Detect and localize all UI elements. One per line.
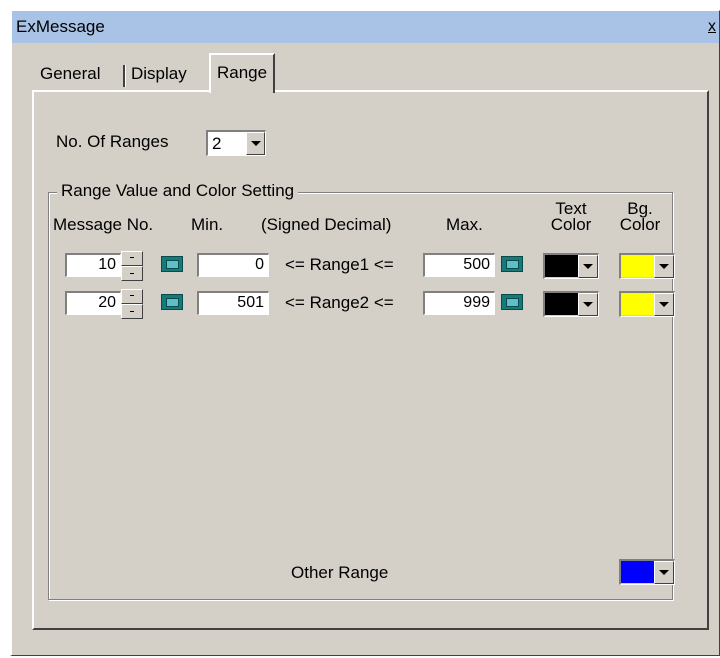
tab-display[interactable]: Display (125, 57, 193, 91)
range-value-color-group: Range Value and Color Setting Message No… (48, 181, 675, 600)
tab-range[interactable]: Range (209, 53, 276, 93)
num-ranges-value: 2 (212, 134, 222, 153)
bg-color-dropdown-button[interactable] (654, 255, 674, 278)
text-color-dropdown-button[interactable] (578, 293, 598, 316)
num-ranges-label: No. Of Ranges (56, 132, 169, 151)
chevron-down-icon (659, 570, 669, 575)
header-bg-color: Bg. Color (619, 199, 661, 234)
text-color-select[interactable] (543, 253, 599, 279)
header-min: Min. (191, 215, 224, 234)
close-button[interactable]: x (705, 19, 719, 35)
spin-down-button[interactable] (121, 304, 143, 319)
bg-color-swatch (621, 255, 655, 277)
header-text-color: Text Color (550, 199, 592, 234)
chevron-down-icon (659, 264, 669, 269)
other-range-color-swatch (621, 561, 655, 583)
header-signed-decimal: (Signed Decimal) (261, 215, 392, 234)
chevron-down-icon (251, 141, 261, 146)
chevron-down-icon (659, 302, 669, 307)
message-no-input[interactable]: 20 (65, 291, 121, 315)
header-message-no: Message No. (53, 215, 154, 234)
min-input[interactable]: 501 (197, 291, 269, 315)
other-range-dropdown-button[interactable] (654, 561, 674, 584)
group-title: Range Value and Color Setting (57, 181, 299, 201)
range-label: <= Range1 <= (285, 255, 394, 274)
chevron-down-icon (583, 264, 593, 269)
message-no-spinner[interactable] (121, 289, 143, 319)
exmessage-dialog: ExMessage x General Display Range No. Of… (10, 10, 720, 656)
num-ranges-select[interactable]: 2 (206, 130, 266, 156)
max-input[interactable]: 500 (423, 253, 495, 277)
text-color-swatch (545, 255, 579, 277)
bg-color-dropdown-button[interactable] (654, 293, 674, 316)
spin-down-button[interactable] (121, 266, 143, 281)
bg-color-select[interactable] (619, 291, 675, 317)
min-input[interactable]: 0 (197, 253, 269, 277)
range-label: <= Range2 <= (285, 293, 394, 312)
message-no-input[interactable]: 10 (65, 253, 121, 277)
header-max: Max. (446, 215, 483, 234)
chevron-down-icon (583, 302, 593, 307)
text-color-swatch (545, 293, 579, 315)
max-select-button[interactable] (501, 256, 523, 272)
num-ranges-dropdown-button[interactable] (246, 132, 265, 155)
text-color-dropdown-button[interactable] (578, 255, 598, 278)
range-tab-panel: No. Of Ranges 2 Range Value and Color Se… (32, 90, 709, 630)
spin-up-button[interactable] (121, 251, 143, 266)
message-select-button[interactable] (161, 294, 183, 310)
spin-up-button[interactable] (121, 289, 143, 304)
window-title: ExMessage (16, 17, 105, 36)
max-input[interactable]: 999 (423, 291, 495, 315)
text-color-select[interactable] (543, 291, 599, 317)
message-no-spinner[interactable] (121, 251, 143, 281)
bg-color-select[interactable] (619, 253, 675, 279)
bg-color-swatch (621, 293, 655, 315)
max-select-button[interactable] (501, 294, 523, 310)
tab-general[interactable]: General (34, 57, 106, 91)
message-select-button[interactable] (161, 256, 183, 272)
other-range-label: Other Range (291, 563, 389, 582)
other-range-color-select[interactable] (619, 559, 675, 585)
title-bar[interactable]: ExMessage x (12, 11, 719, 43)
